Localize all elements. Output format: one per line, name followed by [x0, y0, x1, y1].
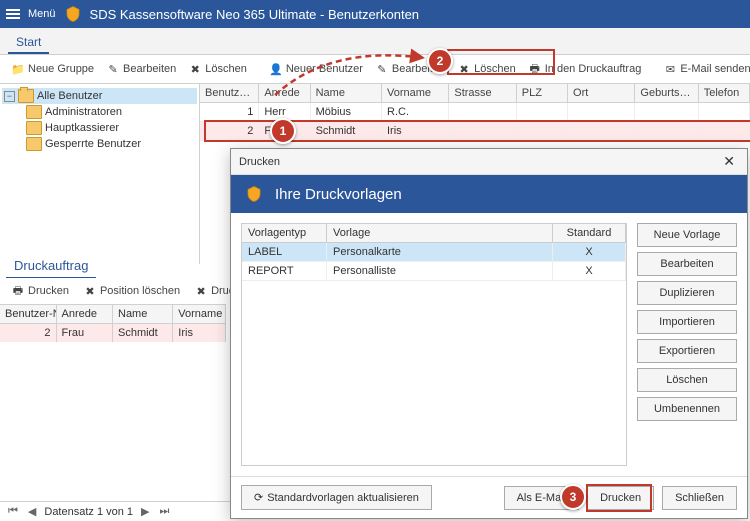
dialog-body: Vorlagentyp Vorlage Standard LABEL Perso…	[231, 213, 747, 476]
tree-node-admin[interactable]: Administratoren	[2, 104, 197, 120]
prev-page-button[interactable]: ◀	[26, 505, 38, 518]
col-ort[interactable]: Ort	[568, 84, 635, 102]
titlebar: Menü SDS Kassensoftware Neo 365 Ultimate…	[0, 0, 750, 28]
edit-template-button[interactable]: Bearbeiten	[637, 252, 737, 276]
mail-icon: ✉	[663, 62, 677, 76]
first-page-button[interactable]: ⏮	[6, 505, 20, 518]
new-group-button[interactable]: 📁Neue Gruppe	[6, 59, 99, 79]
edit-group-button[interactable]: ✎Bearbeiten	[101, 59, 181, 79]
print-button[interactable]: Drucken	[587, 486, 654, 510]
col-nr[interactable]: Benutzer-Nr	[200, 84, 259, 102]
folder-icon	[26, 137, 42, 151]
grid-header: Benutzer-Nr Anrede Name Vorname	[0, 305, 226, 324]
dialog-banner: Ihre Druckvorlagen	[231, 175, 747, 213]
delete-template-button[interactable]: Löschen	[637, 368, 737, 392]
folder-icon	[26, 105, 42, 119]
delete-position-button[interactable]: ✖Position löschen	[78, 281, 185, 301]
delete-icon: ✖	[457, 62, 471, 76]
dialog-footer: ⟳Standardvorlagen aktualisieren Als E-Ma…	[231, 476, 747, 518]
folder-open-icon	[18, 89, 34, 103]
callout-3: 3	[560, 484, 586, 510]
dialog-title: Drucken	[239, 156, 280, 168]
close-button[interactable]: ✕	[719, 153, 739, 170]
folder-plus-icon: 📁	[11, 62, 25, 76]
collapse-icon[interactable]: −	[4, 91, 15, 102]
new-template-button[interactable]: Neue Vorlage	[637, 223, 737, 247]
dialog-side-buttons: Neue Vorlage Bearbeiten Duplizieren Impo…	[637, 223, 737, 466]
ribbon-tabs: Start	[0, 28, 750, 55]
dialog-titlebar: Drucken ✕	[231, 149, 747, 175]
table-row[interactable]: REPORT Personalliste X	[242, 262, 626, 281]
callout-1: 1	[270, 118, 296, 144]
to-print-queue-button[interactable]: 🖶In den Druckauftrag	[523, 59, 647, 79]
export-template-button[interactable]: Exportieren	[637, 339, 737, 363]
tab-start[interactable]: Start	[8, 32, 49, 54]
last-page-button[interactable]: ⏭	[158, 505, 172, 518]
duplicate-template-button[interactable]: Duplizieren	[637, 281, 737, 305]
col-plz[interactable]: PLZ	[517, 84, 568, 102]
delete-user-button[interactable]: ✖Löschen	[452, 59, 521, 79]
send-email-button[interactable]: ✉E-Mail senden	[658, 59, 750, 79]
print-button[interactable]: 🖶Drucken	[6, 281, 74, 301]
printer-icon: 🖶	[11, 284, 25, 298]
tree-node-root[interactable]: − Alle Benutzer	[2, 88, 197, 104]
user-tree[interactable]: − Alle Benutzer Administratoren Hauptkas…	[0, 84, 200, 264]
delete-icon: ✖	[83, 284, 97, 298]
col-name[interactable]: Name	[311, 84, 382, 102]
delete-icon: ✖	[194, 284, 208, 298]
user-plus-icon: 👤	[269, 62, 283, 76]
import-template-button[interactable]: Importieren	[637, 310, 737, 334]
tree-node-haupt[interactable]: Hauptkassierer	[2, 120, 197, 136]
print-queue-panel: Druckauftrag 🖶Drucken ✖Position löschen …	[0, 248, 226, 342]
delete-icon: ✖	[188, 62, 202, 76]
col-telefon[interactable]: Telefon	[699, 84, 750, 102]
folder-icon	[26, 121, 42, 135]
col-vorname[interactable]: Vorname	[382, 84, 449, 102]
next-page-button[interactable]: ▶	[139, 505, 151, 518]
menu-label[interactable]: Menü	[28, 8, 56, 20]
pager: ⏮ ◀ Datensatz 1 von 1 ▶ ⏭	[0, 501, 238, 521]
pencil-icon: ✎	[375, 62, 389, 76]
refresh-icon: ⟳	[254, 491, 263, 504]
print-queue-toolbar: 🖶Drucken ✖Position löschen ✖Druckauftrag…	[0, 278, 226, 304]
callout-2: 2	[427, 48, 453, 74]
print-dialog: Drucken ✕ Ihre Druckvorlagen Vorlagentyp…	[230, 148, 748, 519]
table-row[interactable]: LABEL Personalkarte X	[242, 243, 626, 262]
col-anrede[interactable]: Anrede	[259, 84, 310, 102]
panel-title: Druckauftrag	[6, 254, 96, 278]
close-dialog-button[interactable]: Schließen	[662, 486, 737, 510]
print-queue-grid[interactable]: Benutzer-Nr Anrede Name Vorname 2 Frau S…	[0, 304, 226, 342]
pencil-icon: ✎	[106, 62, 120, 76]
new-user-button[interactable]: 👤Neuer Benutzer	[264, 59, 368, 79]
tree-node-gesperrt[interactable]: Gesperrte Benutzer	[2, 136, 197, 152]
update-defaults-button[interactable]: ⟳Standardvorlagen aktualisieren	[241, 485, 432, 510]
app-logo-icon	[64, 5, 82, 23]
grid-header: Benutzer-Nr Anrede Name Vorname Strasse …	[200, 84, 750, 103]
printer-icon: 🖶	[528, 62, 542, 76]
rename-template-button[interactable]: Umbenennen	[637, 397, 737, 421]
pager-text: Datensatz 1 von 1	[44, 506, 133, 518]
menu-icon[interactable]	[6, 9, 20, 19]
table-row[interactable]: 2 Frau Schmidt Iris	[0, 324, 226, 342]
grid-header: Vorlagentyp Vorlage Standard	[242, 224, 626, 243]
toolbar: 📁Neue Gruppe ✎Bearbeiten ✖Löschen 👤Neuer…	[0, 55, 750, 84]
delete-group-button[interactable]: ✖Löschen	[183, 59, 252, 79]
app-title: SDS Kassensoftware Neo 365 Ultimate - Be…	[90, 7, 420, 22]
template-grid[interactable]: Vorlagentyp Vorlage Standard LABEL Perso…	[241, 223, 627, 466]
col-geburtstag[interactable]: Geburtstag	[635, 84, 698, 102]
banner-text: Ihre Druckvorlagen	[275, 186, 402, 203]
app-logo-icon	[245, 185, 263, 203]
col-strasse[interactable]: Strasse	[449, 84, 516, 102]
